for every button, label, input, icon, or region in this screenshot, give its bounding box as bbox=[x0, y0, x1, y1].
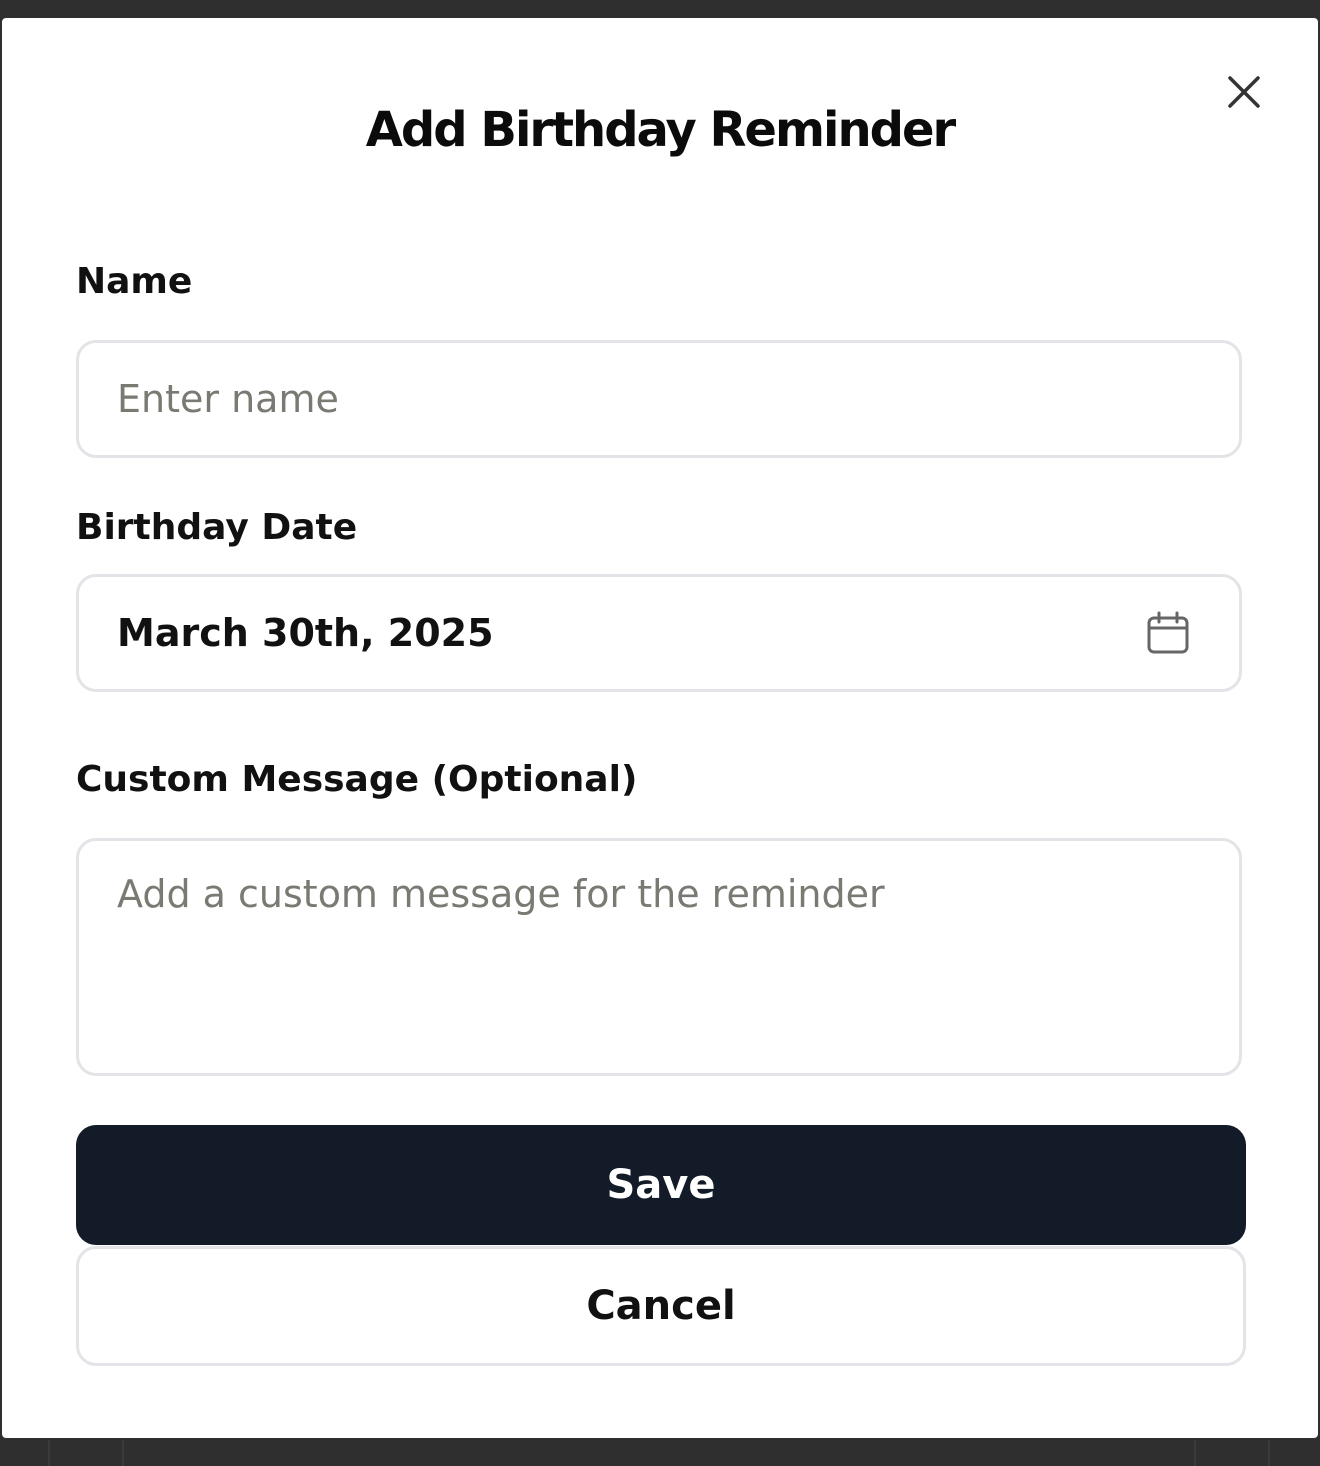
calendar-icon bbox=[1147, 611, 1189, 654]
custom-message-input[interactable] bbox=[76, 838, 1242, 1076]
close-button[interactable] bbox=[1224, 72, 1264, 112]
taskbar-divider bbox=[48, 1440, 50, 1466]
cancel-button[interactable]: Cancel bbox=[76, 1246, 1246, 1366]
add-birthday-reminder-dialog: Add Birthday Reminder Name Birthday Date… bbox=[2, 18, 1318, 1438]
custom-message-label: Custom Message (Optional) bbox=[76, 759, 638, 800]
close-icon bbox=[1228, 76, 1260, 108]
save-button[interactable]: Save bbox=[76, 1125, 1246, 1245]
birthday-date-value: March 30th, 2025 bbox=[117, 611, 494, 655]
name-input[interactable] bbox=[76, 340, 1242, 458]
name-label: Name bbox=[76, 261, 193, 302]
birthday-date-label: Birthday Date bbox=[76, 507, 358, 548]
background-taskbar bbox=[0, 1440, 1320, 1466]
birthday-date-picker[interactable]: March 30th, 2025 bbox=[76, 574, 1242, 692]
taskbar-divider bbox=[1268, 1440, 1270, 1466]
taskbar-divider bbox=[1194, 1440, 1196, 1466]
dialog-title: Add Birthday Reminder bbox=[365, 102, 956, 158]
taskbar-divider bbox=[122, 1440, 124, 1466]
